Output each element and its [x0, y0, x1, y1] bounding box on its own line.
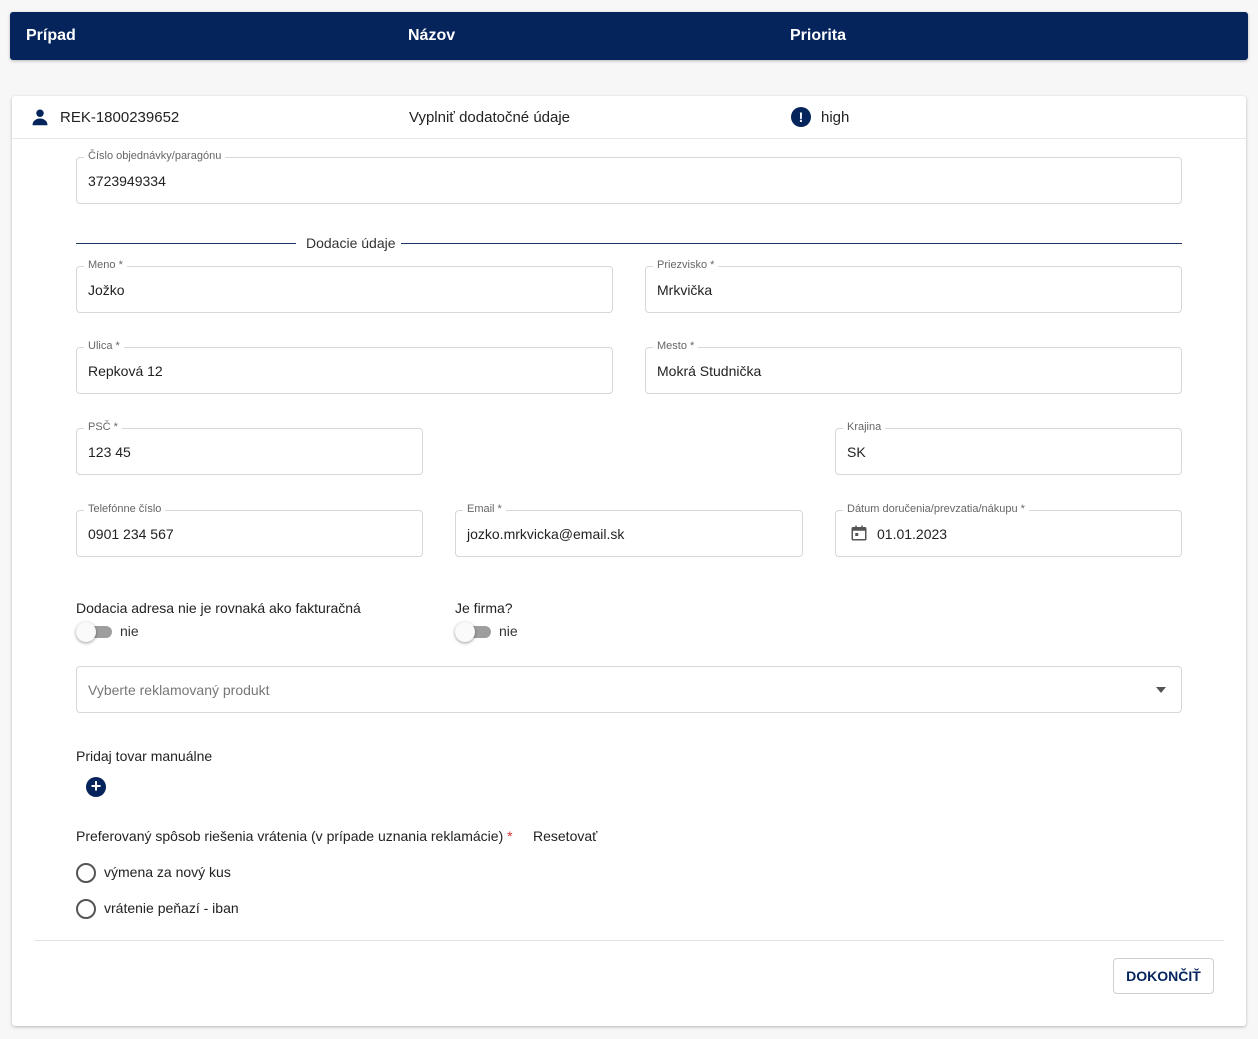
reset-button[interactable]: Resetovať — [533, 828, 597, 844]
radio-replacement-label: výmena za nový kus — [104, 864, 231, 880]
product-select[interactable]: Vyberte reklamovaný produkt — [76, 666, 1182, 713]
case-name: Vyplniť dodatočné údaje — [409, 109, 571, 126]
street-field[interactable]: Ulica * Repková 12 — [76, 339, 613, 394]
product-select-placeholder: Vyberte reklamovaný produkt — [88, 682, 270, 698]
email-value: jozko.mrkvicka@email.sk — [467, 526, 625, 542]
header-priority: Priorita — [790, 27, 847, 44]
email-label: Email * — [463, 502, 506, 516]
dropdown-arrow-icon — [1156, 687, 1166, 693]
zip-field[interactable]: PSČ * 123 45 — [76, 420, 423, 475]
first-name-field[interactable]: Meno * Jožko — [76, 258, 613, 313]
city-field[interactable]: Mesto * Mokrá Studnička — [645, 339, 1182, 394]
radio-replacement[interactable] — [76, 863, 96, 883]
billing-toggle-state: nie — [120, 623, 139, 639]
case-id: REK-1800239652 — [60, 109, 180, 126]
date-field[interactable]: Dátum doručenia/prevzatia/nákupu * 01.01… — [835, 502, 1182, 557]
first-name-label: Meno * — [84, 258, 127, 272]
street-value: Repková 12 — [88, 363, 163, 379]
zip-label: PSČ * — [84, 420, 122, 434]
case-priority: high — [821, 109, 850, 126]
first-name-value: Jožko — [88, 282, 125, 298]
city-value: Mokrá Studnička — [657, 363, 762, 379]
table-header: Prípad Názov Priorita — [10, 12, 1248, 60]
order-number-field[interactable]: Číslo objednávky/paragónu 3723949334 — [76, 149, 1182, 204]
order-number-value: 3723949334 — [88, 173, 166, 189]
company-toggle-label: Je firma? — [455, 600, 513, 616]
billing-toggle[interactable] — [76, 621, 112, 642]
divider-right — [401, 243, 1182, 244]
resolution-label: Preferovaný spôsob riešenia vrátenia (v … — [76, 828, 513, 844]
delivery-title: Dodacie údaje — [306, 235, 396, 251]
resolution-label-text: Preferovaný spôsob riešenia vrátenia (v … — [76, 828, 504, 844]
phone-value: 0901 234 567 — [88, 526, 174, 542]
last-name-field[interactable]: Priezvisko * Mrkvička — [645, 258, 1182, 313]
country-label: Krajina — [843, 420, 886, 434]
manual-add-label: Pridaj tovar manuálne — [76, 748, 213, 764]
city-label: Mesto * — [653, 339, 699, 353]
case-card: REK-1800239652 Vyplniť dodatočné údaje !… — [12, 96, 1246, 1026]
last-name-label: Priezvisko * — [653, 258, 719, 272]
phone-field[interactable]: Telefónne číslo 0901 234 567 — [76, 502, 423, 557]
company-toggle[interactable] — [455, 621, 491, 642]
billing-toggle-label: Dodacia adresa nie je rovnaká ako faktur… — [76, 600, 361, 616]
footer-divider — [34, 940, 1224, 941]
calendar-icon[interactable] — [850, 524, 868, 542]
divider-left — [76, 243, 296, 244]
email-field[interactable]: Email * jozko.mrkvicka@email.sk — [455, 502, 803, 557]
case-row[interactable]: REK-1800239652 Vyplniť dodatočné údaje !… — [12, 96, 1246, 139]
person-icon — [32, 109, 48, 126]
header-case: Prípad — [26, 27, 76, 44]
date-label: Dátum doručenia/prevzatia/nákupu * — [843, 502, 1029, 516]
add-icon[interactable]: + — [86, 777, 106, 797]
radio-refund[interactable] — [76, 899, 96, 919]
country-field[interactable]: Krajina SK — [835, 420, 1182, 475]
phone-label: Telefónne číslo — [84, 502, 166, 516]
company-toggle-state: nie — [499, 623, 518, 639]
exclamation-circle-icon: ! — [791, 107, 811, 127]
last-name-value: Mrkvička — [657, 282, 713, 298]
required-star: * — [507, 828, 513, 844]
finish-button[interactable]: DOKONČIŤ — [1113, 958, 1214, 994]
order-number-label: Číslo objednávky/paragónu — [84, 149, 226, 163]
country-value: SK — [847, 444, 866, 460]
zip-value: 123 45 — [88, 444, 131, 460]
header-name: Názov — [408, 27, 456, 44]
street-label: Ulica * — [84, 339, 124, 353]
radio-refund-label: vrátenie peňazí - iban — [104, 900, 239, 916]
date-value: 01.01.2023 — [877, 526, 948, 542]
